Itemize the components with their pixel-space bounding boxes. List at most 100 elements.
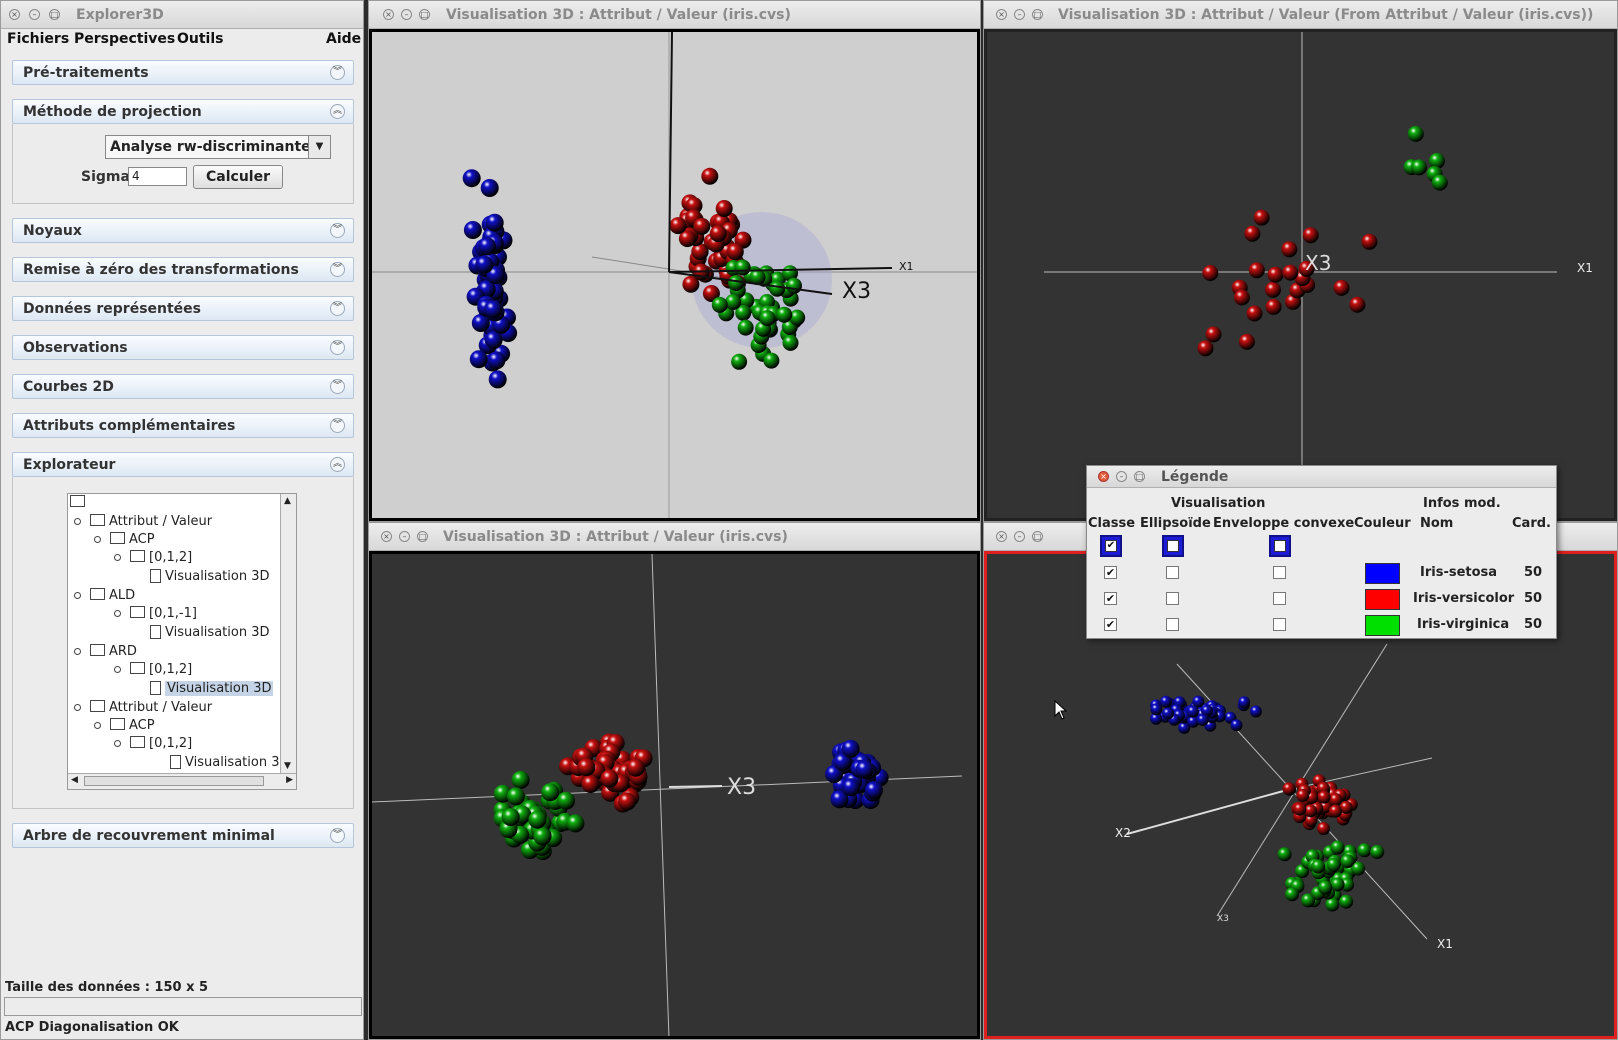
- view-canvas-3[interactable]: X3: [369, 551, 980, 1039]
- tree-horizontal-scrollbar[interactable]: ◀ ▶: [68, 773, 296, 789]
- minimize-icon[interactable]: –: [1116, 471, 1127, 482]
- minimize-icon[interactable]: –: [29, 9, 40, 20]
- maximize-icon[interactable]: □: [417, 531, 428, 542]
- tree-leaf-selected[interactable]: Visualisation 3D: [150, 680, 274, 698]
- ellipsoide-checkbox[interactable]: [1166, 566, 1179, 579]
- chevron-up-icon[interactable]: ︽: [330, 457, 345, 472]
- tree-leaf[interactable]: Visualisation 3: [170, 754, 279, 772]
- expand-handle-icon[interactable]: [114, 666, 121, 673]
- classe-checkbox[interactable]: ✔: [1104, 592, 1117, 605]
- chevron-down-icon[interactable]: ︾: [330, 418, 345, 433]
- dropdown-arrow-icon[interactable]: ▼: [308, 136, 330, 158]
- sigma-input[interactable]: 4: [128, 167, 187, 186]
- tree-node[interactable]: ACP: [94, 531, 155, 549]
- scroll-left-icon[interactable]: ◀: [71, 775, 78, 785]
- tree-node[interactable]: Attribut / Valeur: [74, 699, 212, 717]
- enveloppe-checkbox[interactable]: [1273, 592, 1286, 605]
- close-icon[interactable]: ×: [381, 531, 392, 542]
- maximize-icon[interactable]: □: [1032, 9, 1043, 20]
- toggle-all-enveloppe-checkbox[interactable]: [1269, 535, 1291, 557]
- classe-checkbox[interactable]: ✔: [1104, 566, 1117, 579]
- chevron-down-icon[interactable]: ︾: [330, 379, 345, 394]
- minimize-icon[interactable]: –: [401, 9, 412, 20]
- section-donnees[interactable]: Données représentées ︾: [12, 296, 354, 321]
- expand-handle-icon[interactable]: [94, 722, 101, 729]
- close-icon[interactable]: ×: [996, 9, 1007, 20]
- tree-node[interactable]: ACP: [94, 717, 155, 735]
- chevron-up-icon[interactable]: ︽: [330, 104, 345, 119]
- color-swatch[interactable]: [1365, 615, 1400, 636]
- scatter-3d-plot[interactable]: X1 X3: [372, 32, 979, 520]
- classe-checkbox[interactable]: ✔: [1104, 618, 1117, 631]
- tree-node[interactable]: [0,1,2]: [114, 549, 192, 567]
- toggle-all-classe-checkbox[interactable]: ✔: [1100, 535, 1122, 557]
- maximize-icon[interactable]: □: [1032, 531, 1043, 542]
- tree-leaf[interactable]: Visualisation 3D: [150, 624, 269, 642]
- close-icon[interactable]: ×: [9, 9, 20, 20]
- projection-method-select[interactable]: Analyse rw-discriminante ▼: [105, 135, 331, 159]
- section-courbes[interactable]: Courbes 2D ︾: [12, 374, 354, 399]
- minimize-icon[interactable]: –: [399, 531, 410, 542]
- section-arbre[interactable]: Arbre de recouvrement minimal ︾: [12, 823, 354, 848]
- expand-handle-icon[interactable]: [74, 648, 81, 655]
- enveloppe-checkbox[interactable]: [1273, 566, 1286, 579]
- section-projection[interactable]: Méthode de projection ︽: [12, 99, 354, 124]
- explorer-tree[interactable]: Attribut / Valeur ACP [0,1,2] Visualisat…: [67, 493, 297, 790]
- minimize-icon[interactable]: –: [1014, 9, 1025, 20]
- chevron-down-icon[interactable]: ︾: [330, 65, 345, 80]
- section-noyaux[interactable]: Noyaux ︾: [12, 218, 354, 243]
- tree-node[interactable]: [0,1,2]: [114, 661, 192, 679]
- expand-handle-icon[interactable]: [114, 610, 121, 617]
- ellipsoide-checkbox[interactable]: [1166, 592, 1179, 605]
- close-icon[interactable]: ×: [383, 9, 394, 20]
- close-icon[interactable]: ×: [1098, 471, 1109, 482]
- tree-root[interactable]: [70, 494, 89, 512]
- view-canvas-2[interactable]: X1 X3: [984, 29, 1617, 521]
- tree-node[interactable]: ARD: [74, 643, 137, 661]
- color-swatch[interactable]: [1365, 589, 1400, 610]
- section-observations[interactable]: Observations ︾: [12, 335, 354, 360]
- tree-node[interactable]: [0,1,-1]: [114, 605, 197, 623]
- chevron-down-icon[interactable]: ︾: [330, 262, 345, 277]
- ellipsoide-checkbox[interactable]: [1166, 618, 1179, 631]
- expand-handle-icon[interactable]: [74, 704, 81, 711]
- tree-node[interactable]: ALD: [74, 587, 135, 605]
- section-explorateur[interactable]: Explorateur ︽: [12, 452, 354, 477]
- menu-fichiers[interactable]: Fichiers: [7, 31, 69, 47]
- tree-node[interactable]: [0,1,2]: [114, 735, 192, 753]
- tree-leaf[interactable]: Visualisation 3D: [150, 568, 269, 586]
- scroll-up-icon[interactable]: ▲: [284, 496, 291, 506]
- maximize-icon[interactable]: □: [49, 9, 60, 20]
- minimize-icon[interactable]: –: [1014, 531, 1025, 542]
- calculer-button[interactable]: Calculer: [193, 165, 283, 189]
- scroll-down-icon[interactable]: ▼: [284, 761, 291, 771]
- menu-perspectives[interactable]: Perspectives: [74, 31, 175, 47]
- tree-node[interactable]: Attribut / Valeur: [74, 513, 212, 531]
- tree-vertical-scrollbar[interactable]: ▲ ▼: [280, 494, 296, 773]
- maximize-icon[interactable]: □: [1134, 471, 1145, 482]
- section-remise[interactable]: Remise à zéro des transformations ︾: [12, 257, 354, 282]
- expand-handle-icon[interactable]: [94, 536, 101, 543]
- chevron-down-icon[interactable]: ︾: [330, 828, 345, 843]
- color-swatch[interactable]: [1365, 563, 1400, 584]
- expand-handle-icon[interactable]: [114, 554, 121, 561]
- section-attributs[interactable]: Attributs complémentaires ︾: [12, 413, 354, 438]
- scatter-3d-plot[interactable]: X3: [372, 554, 979, 1038]
- scroll-thumb[interactable]: [84, 776, 264, 786]
- maximize-icon[interactable]: □: [419, 9, 430, 20]
- menu-outils[interactable]: Outils: [177, 31, 224, 47]
- scroll-right-icon[interactable]: ▶: [286, 775, 293, 785]
- close-icon[interactable]: ×: [996, 531, 1007, 542]
- view-canvas-1[interactable]: X1 X3: [369, 29, 980, 521]
- enveloppe-checkbox[interactable]: [1273, 618, 1286, 631]
- chevron-down-icon[interactable]: ︾: [330, 301, 345, 316]
- toggle-all-ellipsoide-checkbox[interactable]: [1162, 535, 1184, 557]
- menu-aide[interactable]: Aide: [326, 31, 361, 47]
- expand-handle-icon[interactable]: [74, 518, 81, 525]
- expand-handle-icon[interactable]: [74, 592, 81, 599]
- section-pretraitements[interactable]: Pré-traitements ︾: [12, 60, 354, 85]
- expand-handle-icon[interactable]: [114, 740, 121, 747]
- chevron-down-icon[interactable]: ︾: [330, 223, 345, 238]
- chevron-down-icon[interactable]: ︾: [330, 340, 345, 355]
- scatter-3d-plot[interactable]: X1 X3: [987, 32, 1616, 520]
